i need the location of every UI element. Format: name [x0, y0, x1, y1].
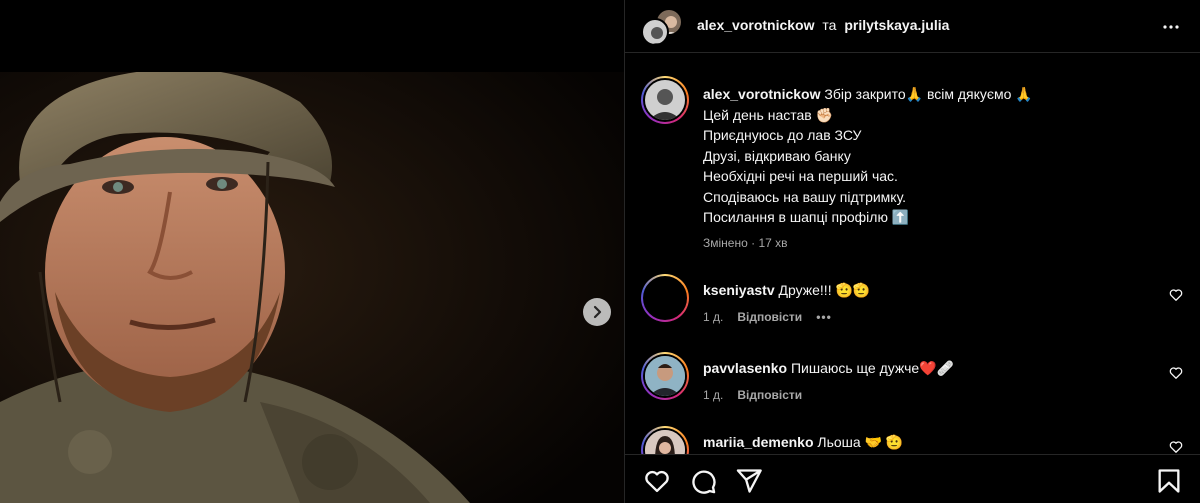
- post-side-panel: alex_vorotnickow та prilytskaya.julia al…: [624, 0, 1200, 503]
- caption-line: Збір закрито🙏 всім дякуємо 🙏: [824, 86, 1033, 102]
- comment-time[interactable]: 1 д.: [703, 388, 723, 402]
- comment-body: Пишаюсь ще дужче❤️🩹: [790, 360, 955, 376]
- header-username-1[interactable]: alex_vorotnickow: [697, 17, 815, 33]
- post-media: [0, 0, 624, 503]
- caption-username[interactable]: alex_vorotnickow: [703, 86, 821, 102]
- comment-text: kseniyastv Друже!!! 🫡🫡: [703, 282, 870, 299]
- edited-label: Змінено: [703, 236, 748, 250]
- avatar: [643, 354, 687, 398]
- comment-item: kseniyastv Друже!!! 🫡🫡 1 д. Відповісти •…: [641, 272, 1185, 332]
- comment-body: Друже!!! 🫡🫡: [778, 282, 871, 298]
- save-bookmark-icon[interactable]: [1155, 467, 1183, 495]
- caption-line: Посилання в шапці профілю ⬆️: [703, 209, 910, 225]
- header-usernames: alex_vorotnickow та prilytskaya.julia: [697, 17, 949, 33]
- avatar-story-ring[interactable]: [641, 274, 689, 322]
- heart-icon[interactable]: [1169, 288, 1183, 302]
- comment-meta: 1 д. Відповісти •••: [703, 310, 832, 324]
- post-header: alex_vorotnickow та prilytskaya.julia: [625, 0, 1200, 53]
- comment-time[interactable]: 1 д.: [703, 310, 723, 324]
- comment-username[interactable]: kseniyastv: [703, 282, 775, 298]
- avatar-story-ring[interactable]: [641, 76, 689, 124]
- avatar-story-ring[interactable]: [641, 352, 689, 400]
- caption-text: alex_vorotnickow Збір закрито🙏 всім дяку…: [703, 84, 1173, 228]
- post-action-bar: [625, 454, 1200, 503]
- comment-username[interactable]: pavvlasenko: [703, 360, 787, 376]
- heart-icon[interactable]: [1169, 440, 1183, 454]
- reply-button[interactable]: Відповісти: [737, 388, 802, 402]
- comment-body: Льоша 🤝 🫡: [817, 434, 904, 450]
- next-slide-button[interactable]: [583, 298, 611, 326]
- meta-separator: ·: [751, 236, 756, 250]
- heart-icon[interactable]: [1169, 366, 1183, 380]
- caption-line: Друзі, відкриваю банку: [703, 147, 851, 164]
- caption-line: Сподіваюсь на вашу підтримку.: [703, 188, 907, 205]
- caption-line: Цей день настав ✊🏻: [703, 106, 834, 123]
- comment-text: pavvlasenko Пишаюсь ще дужче❤️🩹: [703, 360, 954, 377]
- header-username-2[interactable]: prilytskaya.julia: [844, 17, 949, 33]
- post-photo: [0, 72, 624, 503]
- comment-text: mariia_demenko Льоша 🤝 🫡: [703, 434, 903, 451]
- like-heart-icon[interactable]: [643, 467, 671, 495]
- avatar: [641, 18, 669, 46]
- share-paper-plane-icon[interactable]: [735, 467, 763, 495]
- collab-avatars[interactable]: [641, 8, 685, 46]
- chevron-right-icon: [593, 305, 602, 319]
- header-joiner: та: [822, 17, 837, 33]
- caption-time[interactable]: 17 хв: [758, 236, 787, 250]
- avatar: [643, 78, 687, 122]
- avatar: [643, 276, 687, 320]
- comment-bubble-icon[interactable]: [689, 467, 717, 495]
- reply-button[interactable]: Відповісти: [737, 310, 802, 324]
- caption-line: Приєднуюсь до лав ЗСУ: [703, 127, 862, 143]
- caption-line: Необхідні речі на перший час.: [703, 168, 898, 184]
- comment-more-button[interactable]: •••: [816, 310, 832, 324]
- more-horizontal-icon[interactable]: [1159, 15, 1183, 39]
- caption-meta: Змінено · 17 хв: [703, 236, 788, 250]
- comment-username[interactable]: mariia_demenko: [703, 434, 814, 450]
- comment-meta: 1 д. Відповісти: [703, 388, 802, 402]
- comment-item: pavvlasenko Пишаюсь ще дужче❤️🩹 1 д. Від…: [641, 350, 1185, 410]
